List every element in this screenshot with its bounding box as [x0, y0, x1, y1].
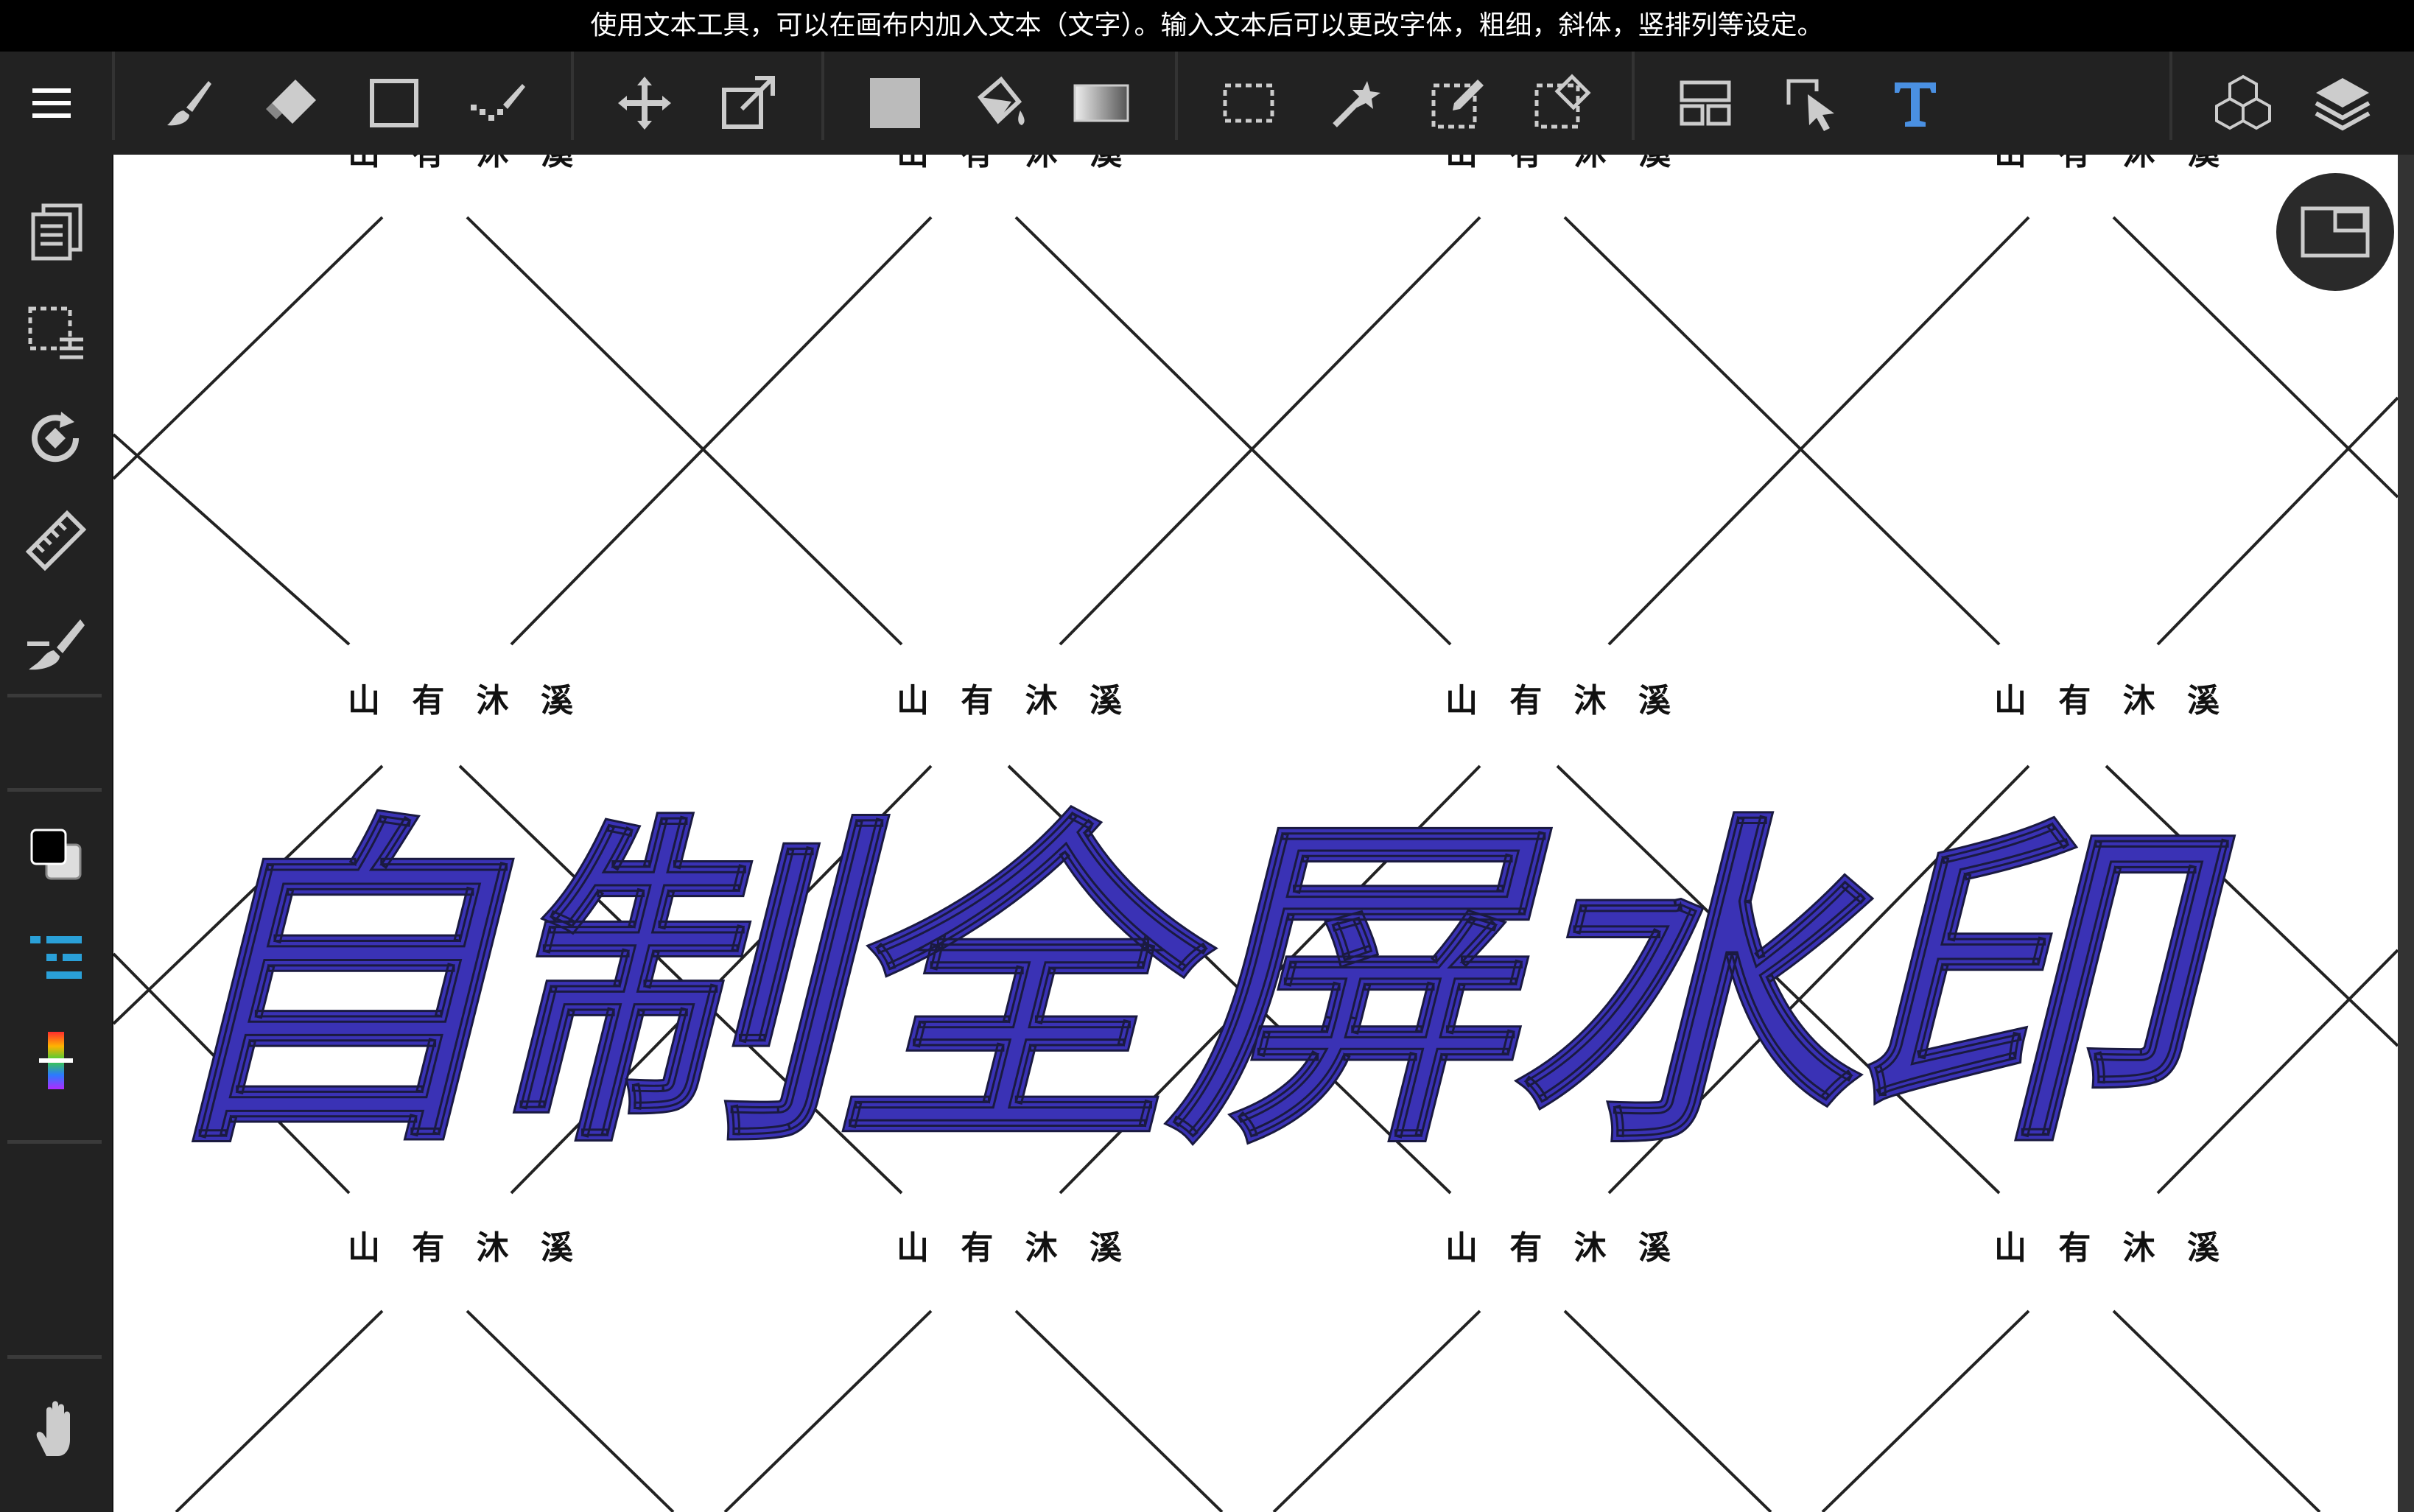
watermark-label: 山 有 沐 溪: [1994, 155, 2230, 174]
hand-icon: [36, 1401, 70, 1456]
rotate-icon: [32, 412, 80, 463]
move-icon: [618, 77, 671, 130]
watermark-label: 山 有 沐 溪: [348, 1229, 583, 1267]
watermark-label: 山 有 沐 溪: [1445, 1229, 1681, 1267]
watermark-label: 山 有 沐 溪: [897, 155, 1132, 174]
gradient-tool-button[interactable]: [1064, 66, 1138, 140]
color-icon: [30, 829, 82, 880]
smudge-icon: [471, 84, 525, 121]
ruler-button[interactable]: [19, 504, 93, 577]
hand-tool-button[interactable]: [19, 1392, 93, 1466]
frame-divider-tool-button[interactable]: [1669, 66, 1742, 140]
select-layer-button[interactable]: [19, 298, 93, 371]
materials-icon: [2215, 74, 2271, 130]
smudge-tool-button[interactable]: [460, 66, 534, 140]
materials-button[interactable]: [2206, 66, 2280, 140]
frame-divider-icon: [1680, 80, 1731, 126]
fill-tool-button[interactable]: [858, 66, 932, 140]
pages-button[interactable]: [19, 194, 93, 268]
watermark-label: 山 有 沐 溪: [1445, 155, 1681, 174]
operation-icon: [1786, 79, 1834, 131]
select-pen-tool-button[interactable]: [1422, 66, 1495, 140]
color-bar-button[interactable]: [19, 1024, 93, 1097]
gradient-icon: [1073, 84, 1129, 122]
text-icon: [1895, 82, 1936, 127]
watermark-label: 山 有 沐 溪: [1994, 1229, 2230, 1267]
text-tool-button[interactable]: [1878, 66, 1952, 140]
shape-icon: [370, 79, 418, 127]
select-pen-icon: [1431, 80, 1484, 129]
pages-icon: [31, 203, 83, 261]
select-eraser-icon: [1534, 74, 1591, 129]
fill-color-icon: [870, 78, 920, 128]
transform-tool-button[interactable]: [711, 66, 785, 140]
color-bar-icon: [39, 1032, 73, 1089]
menu-button[interactable]: [15, 66, 88, 140]
menu-icon: [32, 88, 71, 118]
brush-icon: [167, 81, 211, 126]
select-layer-icon: [28, 306, 83, 359]
snap-button[interactable]: [19, 607, 93, 681]
bucket-tool-button[interactable]: [961, 66, 1035, 140]
drawing-canvas[interactable]: 山 有 沐 溪 山 有 沐 溪 山 有 沐 溪 山 有 沐 溪 山 有 沐 溪 …: [113, 155, 2398, 1512]
shape-tool-button[interactable]: [357, 66, 431, 140]
move-tool-button[interactable]: [608, 66, 681, 140]
eraser-icon: [266, 80, 316, 124]
rotate-button[interactable]: [19, 401, 93, 474]
transform-icon: [722, 76, 775, 129]
left-sidebar: [0, 155, 113, 1512]
select-rect-icon: [1223, 83, 1274, 123]
ruler-icon: [25, 510, 87, 572]
eraser-tool-button[interactable]: [254, 66, 328, 140]
brush-settings-icon: [30, 936, 82, 979]
color-button[interactable]: [19, 817, 93, 891]
watermark-label: 山 有 沐 溪: [348, 155, 583, 174]
layers-button[interactable]: [2306, 66, 2379, 140]
brush-settings-button[interactable]: [19, 921, 93, 994]
magic-wand-icon: [1333, 81, 1380, 127]
watermark-label: 山 有 沐 溪: [897, 1229, 1132, 1267]
layers-icon: [2315, 78, 2371, 131]
canvas-title-text[interactable]: 自制全屏水印: [113, 700, 2257, 1215]
canvas-scroll-edge: [2398, 155, 2414, 1512]
reference-window-button[interactable]: [2276, 173, 2394, 291]
select-eraser-tool-button[interactable]: [1525, 66, 1599, 140]
hint-bar: 使用文本工具，可以在画布内加入文本（文字）。输入文本后可以更改字体，粗细，斜体，…: [0, 0, 2414, 52]
top-toolbar: [0, 52, 2414, 156]
brush-tool-button[interactable]: [151, 66, 225, 140]
select-rect-tool-button[interactable]: [1212, 66, 1285, 140]
magic-wand-tool-button[interactable]: [1319, 66, 1392, 140]
snap-icon: [27, 619, 85, 670]
window-icon: [2301, 206, 2370, 258]
bucket-icon: [977, 76, 1025, 125]
operation-tool-button[interactable]: [1775, 66, 1849, 140]
